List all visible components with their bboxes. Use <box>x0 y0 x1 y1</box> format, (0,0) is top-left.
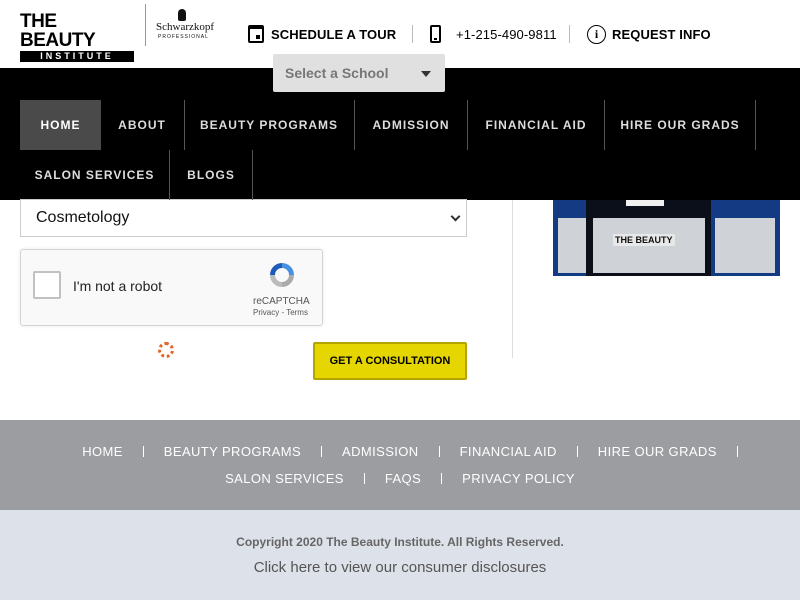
chevron-down-icon <box>450 211 461 222</box>
info-icon: i <box>587 24 606 44</box>
get-consultation-button[interactable]: GET A CONSULTATION <box>313 342 467 380</box>
program-select-value: Cosmetology <box>36 209 130 226</box>
logo-line2: INSTITUTE <box>20 51 134 62</box>
nav-divider <box>755 100 756 150</box>
footer-link-faqs[interactable]: FAQS <box>365 471 441 486</box>
spinner-icon <box>158 342 174 358</box>
school-select-dropdown[interactable]: Select a School <box>273 54 445 92</box>
nav-item-salon-services[interactable]: SALON SERVICES <box>20 150 169 200</box>
footer-link-financial-aid[interactable]: FINANCIAL AID <box>440 444 577 459</box>
nav-item-admission[interactable]: ADMISSION <box>355 100 467 150</box>
beauty-institute-logo[interactable]: THE BEAUTY INSTITUTE <box>20 12 134 62</box>
program-select[interactable]: Cosmetology <box>20 199 467 237</box>
footer-bottom: Copyright 2020 The Beauty Institute. All… <box>0 510 800 600</box>
request-info-link[interactable]: i REQUEST INFO <box>587 24 711 44</box>
footer-nav-row-2: SALON SERVICES FAQS PRIVACY POLICY <box>0 471 800 486</box>
nav-item-blogs[interactable]: BLOGS <box>170 150 252 200</box>
logo-divider <box>145 4 146 46</box>
footer-link-beauty-programs[interactable]: BEAUTY PROGRAMS <box>144 444 321 459</box>
consumer-disclosures-link[interactable]: Click here to view our consumer disclosu… <box>0 559 800 576</box>
nav-item-beauty-programs[interactable]: BEAUTY PROGRAMS <box>185 100 353 150</box>
phone-number: +1-215-490-9811 <box>456 26 557 42</box>
school-select-value: Select a School <box>285 65 389 81</box>
storefront-window <box>715 218 775 273</box>
footer-separator <box>736 446 738 457</box>
footer-link-home[interactable]: HOME <box>62 444 143 459</box>
recaptcha-terms-link[interactable]: Privacy - Terms <box>253 308 308 317</box>
schedule-tour-link[interactable]: SCHEDULE A TOUR <box>248 24 396 44</box>
storefront-window <box>558 218 586 273</box>
schwarzkopf-silhouette-icon <box>178 9 186 21</box>
schwarzkopf-name: Schwarzkopf <box>156 21 215 33</box>
footer-link-admission[interactable]: ADMISSION <box>322 444 439 459</box>
get-consultation-label: GET A CONSULTATION <box>329 355 451 367</box>
recaptcha-checkbox[interactable] <box>33 271 61 299</box>
footer-nav: HOME BEAUTY PROGRAMS ADMISSION FINANCIAL… <box>0 420 800 510</box>
schwarzkopf-logo: Schwarzkopf PROFESSIONAL <box>156 9 216 41</box>
header-separator <box>412 25 413 43</box>
storefront-photo: THE BEAUTY <box>553 200 780 276</box>
footer-link-privacy-policy[interactable]: PRIVACY POLICY <box>442 471 595 486</box>
column-divider <box>512 200 513 358</box>
recaptcha-label: I'm not a robot <box>73 278 163 294</box>
schedule-tour-label: SCHEDULE A TOUR <box>271 26 397 42</box>
schwarzkopf-sub: PROFESSIONAL <box>158 34 209 40</box>
phone-icon <box>430 25 441 43</box>
footer-link-salon-services[interactable]: SALON SERVICES <box>205 471 364 486</box>
recaptcha-widget: I'm not a robot reCAPTCHA Privacy - Term… <box>20 249 323 326</box>
nav-divider <box>252 150 253 200</box>
nav-item-hire-our-grads[interactable]: HIRE OUR GRADS <box>605 100 755 150</box>
phone-link[interactable]: +1-215-490-9811 <box>430 24 557 44</box>
recaptcha-brand: reCAPTCHA <box>253 296 310 307</box>
recaptcha-logo-icon <box>270 263 294 287</box>
request-info-label: REQUEST INFO <box>612 26 711 42</box>
nav-item-about[interactable]: ABOUT <box>101 100 183 150</box>
header-separator <box>569 25 570 43</box>
calendar-icon <box>248 25 264 43</box>
storefront-sign: THE BEAUTY <box>613 234 675 246</box>
footer-link-hire-our-grads[interactable]: HIRE OUR GRADS <box>578 444 737 459</box>
copyright-text: Copyright 2020 The Beauty Institute. All… <box>236 535 564 549</box>
chevron-down-icon <box>421 71 431 77</box>
storefront-light <box>626 200 664 206</box>
nav-item-financial-aid[interactable]: FINANCIAL AID <box>468 100 604 150</box>
logo-line1: THE BEAUTY <box>20 11 96 51</box>
nav-item-home[interactable]: HOME <box>20 100 101 150</box>
footer-nav-row-1: HOME BEAUTY PROGRAMS ADMISSION FINANCIAL… <box>0 444 800 459</box>
